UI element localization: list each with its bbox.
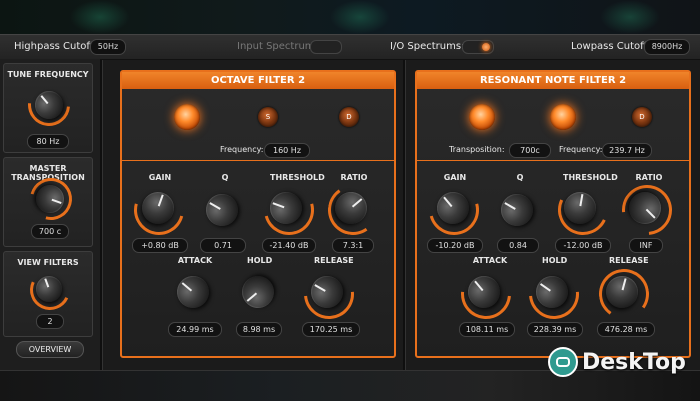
lowpass-cutoff-label: Lowpass Cutoff	[571, 41, 648, 52]
resonant-gain-label: GAIN	[443, 173, 467, 182]
octave-ratio-value[interactable]: 7.3:1	[332, 238, 374, 253]
resonant-threshold-value[interactable]: -12.00 dB	[555, 238, 611, 253]
io-spectrums-toggle[interactable]	[462, 40, 494, 54]
view-filters-panel: VIEW FILTERS 2	[3, 251, 93, 337]
resonant-ratio-label: RATIO	[635, 173, 663, 182]
resonant-q-label: Q	[516, 173, 524, 182]
resonant-transposition-value[interactable]: 700c	[509, 143, 551, 158]
view-filters-title: VIEW FILTERS	[17, 258, 79, 267]
resonant-frequency-label: Frequency:	[559, 145, 603, 154]
top-control-bar: Highpass Cutoff 50Hz Input Spectrum: I/O…	[0, 34, 700, 60]
resonant-threshold-label: THRESHOLD	[563, 173, 618, 182]
octave-attack-value[interactable]: 24.99 ms	[168, 322, 222, 337]
highpass-cutoff-label: Highpass Cutoff	[14, 41, 94, 52]
resonant-release-value[interactable]: 476.28 ms	[597, 322, 655, 337]
resonant-frequency-value[interactable]: 239.7 Hz	[602, 143, 652, 158]
octave-frequency-value[interactable]: 160 Hz	[264, 143, 310, 158]
watermark: DeskTop	[548, 345, 686, 379]
resonant-note-filter-panel: RESONANT NOTE FILTER 2 D Transposition: …	[415, 70, 691, 358]
global-sidebar: TUNE FREQUENCY 80 Hz MASTER TRANSPOSITIO…	[0, 59, 100, 370]
resonant-hold-label: HOLD	[542, 256, 568, 265]
filters-divider	[403, 60, 406, 370]
resonant-hold-value[interactable]: 228.39 ms	[527, 322, 583, 337]
resonant-filter-title: RESONANT NOTE FILTER 2	[417, 72, 689, 89]
octave-ratio-label: RATIO	[340, 173, 368, 182]
master-transposition-panel: MASTER TRANSPOSITION 700 c	[3, 157, 93, 247]
resonant-release-label: RELEASE	[609, 256, 649, 265]
octave-release-value[interactable]: 170.25 ms	[302, 322, 360, 337]
resonant-transposition-label: Transposition:	[449, 145, 505, 154]
octave-hold-value[interactable]: 8.98 ms	[236, 322, 282, 337]
octave-frequency-label: Frequency:	[220, 145, 264, 154]
input-spectrum-label: Input Spectrum:	[237, 41, 318, 52]
resonant-filter-solo-led[interactable]	[550, 104, 576, 130]
octave-q-label: Q	[221, 173, 229, 182]
octave-gain-label: GAIN	[148, 173, 172, 182]
octave-hold-label: HOLD	[247, 256, 273, 265]
master-transposition-value[interactable]: 700 c	[31, 224, 69, 239]
octave-attack-knob[interactable]	[170, 269, 216, 315]
resonant-filter-disable-led[interactable]: D	[632, 107, 652, 127]
host-background-strip	[0, 0, 700, 34]
octave-q-value[interactable]: 0.71	[200, 238, 246, 253]
tune-frequency-value[interactable]: 80 Hz	[27, 134, 69, 149]
resonant-filter-enable-led[interactable]	[469, 104, 495, 130]
resonant-ratio-value[interactable]: INF	[629, 238, 663, 253]
resonant-q-knob[interactable]	[495, 188, 539, 232]
highpass-cutoff-field[interactable]: 50Hz	[90, 39, 126, 55]
octave-threshold-value[interactable]: -21.40 dB	[262, 238, 316, 253]
octave-threshold-label: THRESHOLD	[270, 173, 325, 182]
octave-hold-knob[interactable]	[235, 269, 281, 315]
tune-frequency-title: TUNE FREQUENCY	[7, 70, 89, 79]
input-spectrum-toggle[interactable]	[310, 40, 342, 54]
octave-release-label: RELEASE	[314, 256, 354, 265]
octave-filter-title: OCTAVE FILTER 2	[122, 72, 394, 89]
resonant-q-value[interactable]: 0.84	[497, 238, 539, 253]
watermark-text: DeskTop	[582, 349, 686, 375]
watermark-logo-icon	[548, 347, 578, 377]
resonant-gain-value[interactable]: -10.20 dB	[427, 238, 483, 253]
octave-filter-disable-led[interactable]: D	[339, 107, 359, 127]
io-spectrums-label: I/O Spectrums:	[390, 41, 465, 52]
octave-filter-solo-led[interactable]: S	[258, 107, 278, 127]
sidebar-divider	[100, 60, 103, 370]
octave-filter-panel: OCTAVE FILTER 2 S D Frequency: 160 Hz GA…	[120, 70, 396, 358]
octave-gain-value[interactable]: +0.80 dB	[132, 238, 188, 253]
resonant-attack-label: ATTACK	[472, 256, 508, 265]
octave-attack-label: ATTACK	[177, 256, 213, 265]
overview-button[interactable]: OVERVIEW	[16, 341, 84, 358]
tune-frequency-panel: TUNE FREQUENCY 80 Hz	[3, 63, 93, 153]
view-filters-value[interactable]: 2	[36, 314, 64, 329]
resonant-attack-value[interactable]: 108.11 ms	[459, 322, 515, 337]
octave-filter-enable-led[interactable]	[174, 104, 200, 130]
octave-q-knob[interactable]	[200, 188, 244, 232]
lowpass-cutoff-field[interactable]: 8900Hz	[644, 39, 690, 55]
